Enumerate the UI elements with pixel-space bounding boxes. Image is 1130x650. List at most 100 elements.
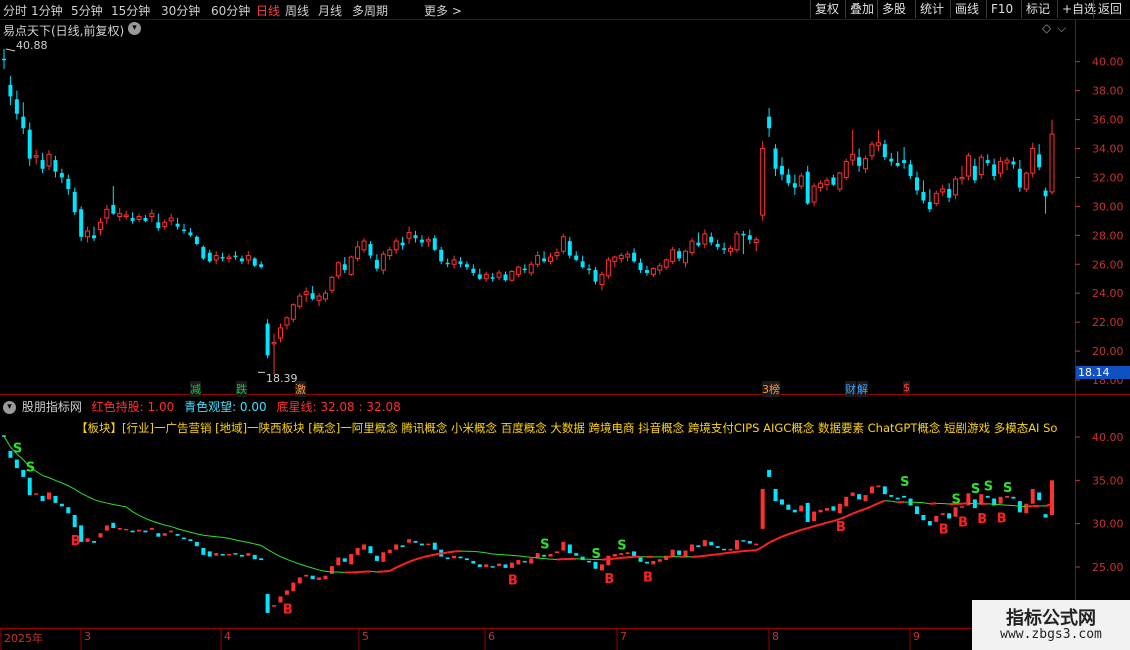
indicator-ma-segment <box>299 563 307 567</box>
candle-body <box>419 239 424 243</box>
indicator-bar <box>394 544 399 550</box>
indicator-bar <box>477 564 482 567</box>
candle-body <box>471 268 476 273</box>
indicator-bar <box>728 548 733 551</box>
candle-body <box>239 258 244 262</box>
indicator-ma-segment <box>608 557 615 561</box>
indicator-ma-segment <box>421 554 429 559</box>
candle-body <box>79 209 84 237</box>
candle-body <box>213 255 219 261</box>
indicator-ma-segment <box>164 524 172 528</box>
indicator-bar <box>895 497 900 500</box>
indicator-ma-segment <box>698 554 705 558</box>
candle-body <box>130 217 135 221</box>
indicator-bar <box>857 494 862 500</box>
event-marker-1[interactable]: 跌 <box>236 381 247 397</box>
candle-body <box>271 341 277 345</box>
candle-body <box>432 238 437 250</box>
candle-body <box>104 208 110 219</box>
indicator-bar <box>34 493 39 495</box>
candle-body <box>722 248 727 250</box>
candle-body <box>245 255 251 261</box>
indicator-bar <box>284 590 289 595</box>
candle-body <box>612 256 618 262</box>
indicator-bar <box>130 530 135 533</box>
indicator-ma-segment <box>428 553 435 557</box>
indicator-ma-segment <box>601 558 609 561</box>
indicator-bar <box>381 552 386 562</box>
candle-body <box>182 229 187 231</box>
indicator-bar <box>227 554 232 556</box>
event-marker-2[interactable]: 激 <box>295 381 306 397</box>
indicator-ma-segment <box>852 510 860 515</box>
indicator-ma-segment <box>711 553 718 556</box>
candle-body <box>857 157 862 166</box>
indicator-ma-segment <box>486 552 493 555</box>
event-marker-5[interactable]: 解 <box>857 381 868 397</box>
y-axis-label: 22.00 <box>1092 316 1124 329</box>
indicator-bar <box>246 553 251 556</box>
watermark-url: www.zbgs3.com <box>1000 627 1102 642</box>
x-axis-label-6: 8 <box>772 630 779 643</box>
sell-signal-marker: S <box>900 475 909 490</box>
candle-body <box>162 221 168 228</box>
indicator-bar <box>27 477 32 496</box>
indicator-ma-segment <box>125 506 133 513</box>
indicator-name[interactable]: 股朋指标网 <box>22 400 82 414</box>
candle-body <box>889 158 894 162</box>
indicator-bar <box>657 559 662 562</box>
candle-body <box>477 274 482 279</box>
candle-body <box>374 259 379 269</box>
indicator-menu-icon[interactable]: ▾ <box>3 401 16 414</box>
indicator-bar <box>259 558 264 561</box>
indicator-bar <box>503 564 508 568</box>
indicator-ma-segment <box>389 566 397 572</box>
indicator-bar <box>169 530 174 533</box>
candle-body <box>259 264 264 268</box>
candle-body <box>702 233 708 245</box>
candle-body <box>361 240 367 251</box>
indicator-ma-segment <box>318 569 326 572</box>
candle-body <box>940 188 946 193</box>
indicator-ma-segment <box>203 534 210 537</box>
sell-signal-marker: S <box>26 460 35 475</box>
candle-body <box>1023 172 1029 190</box>
indicator-bar <box>400 545 405 548</box>
event-marker-6[interactable]: $ <box>903 381 910 394</box>
indicator-bar <box>522 560 527 563</box>
indicator-bar <box>914 506 919 515</box>
candle-body <box>439 249 444 262</box>
y-axis-label: 30.00 <box>1092 200 1124 213</box>
indicator-ma-segment <box>845 512 854 518</box>
candle-body <box>483 273 489 280</box>
indicator-bar <box>349 554 354 565</box>
candle-body <box>380 253 386 271</box>
indicator-bar <box>529 558 534 564</box>
candle-body <box>59 173 64 178</box>
indicator-ma-segment <box>93 499 101 503</box>
red-hold-label: 红色持股: 1.00 <box>91 400 175 414</box>
indicator-bar <box>1043 514 1048 518</box>
indicator-bar <box>497 563 502 567</box>
candle-body <box>322 292 328 300</box>
indicator-bar <box>516 560 521 565</box>
event-marker-4[interactable]: 财 <box>845 381 856 397</box>
indicator-ma-segment <box>794 528 802 533</box>
candle-body <box>542 258 547 262</box>
event-marker-0[interactable]: 减 <box>190 381 201 397</box>
indicator-ma-segment <box>248 542 255 545</box>
candle-body <box>156 222 161 229</box>
indicator-bar <box>940 513 945 515</box>
candle-body <box>355 246 361 259</box>
indicator-ma-segment <box>158 522 165 526</box>
indicator-bar <box>272 605 277 607</box>
indicator-ma-segment <box>839 515 847 520</box>
current-price-badge: 18.14 <box>1076 366 1130 379</box>
event-marker-3[interactable]: 3榜 <box>762 381 780 397</box>
indicator-ma-segment <box>293 561 300 565</box>
indicator-bar <box>760 489 765 529</box>
indicator-bar <box>921 515 926 521</box>
candle-body <box>406 231 412 239</box>
indicator-ma-segment <box>723 551 731 555</box>
indicator-ma-segment <box>518 555 525 558</box>
